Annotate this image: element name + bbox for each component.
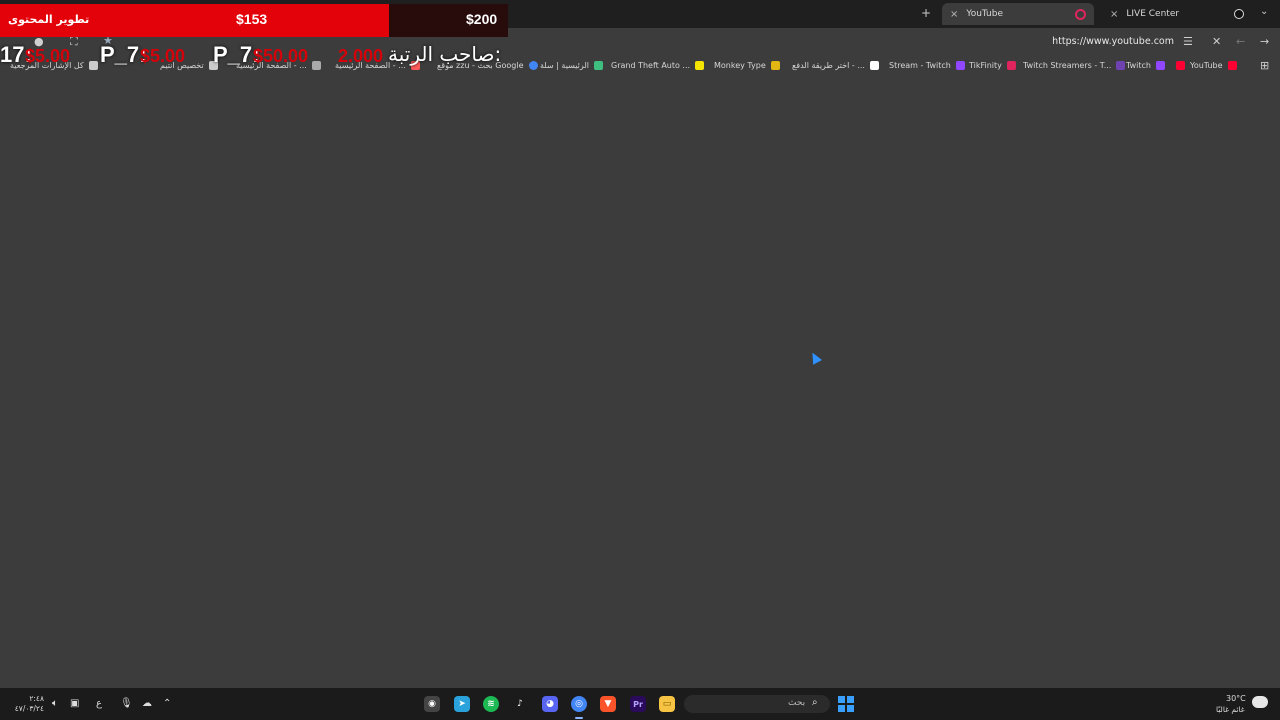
bookmark-label: اختر طريقة الدفع - ... — [792, 61, 865, 70]
bookmark-label: Stream - Twitch — [889, 61, 951, 70]
brave-icon[interactable]: ▼ — [600, 696, 616, 712]
loading-spinner-icon — [1075, 8, 1086, 20]
stop-loading-icon[interactable]: ✕ — [1212, 35, 1221, 48]
bookmark-twitch-streamers[interactable]: Twitch Streamers - T... — [1023, 61, 1126, 70]
onedrive-icon[interactable]: ☁ — [142, 698, 152, 709]
telegram-icon[interactable]: ➤ — [454, 696, 470, 712]
search-placeholder: بحث — [788, 698, 806, 708]
start-button[interactable] — [838, 696, 854, 712]
bookmark-stream-twitch[interactable]: Stream - Twitch — [889, 61, 965, 70]
apps-grid-icon[interactable]: ⊞ — [1260, 59, 1269, 72]
twitch-icon — [1155, 61, 1165, 70]
forward-arrow-icon[interactable]: ← — [1236, 35, 1245, 48]
twitch-icon — [1116, 61, 1126, 70]
microphone-icon[interactable]: 🎙︎ — [120, 698, 133, 709]
donation-ticker: 17: $5.00 P_7: $5.00 P_7: $50.00 2.000 ص… — [0, 40, 510, 74]
tab-live-center[interactable]: × LIVE Center — [1102, 3, 1252, 25]
mouse-cursor-icon — [808, 350, 822, 365]
tab-youtube[interactable]: × YouTube — [942, 3, 1094, 25]
twitch-icon — [955, 61, 965, 70]
chrome-icon[interactable]: ◎ — [571, 696, 587, 712]
windows-logo-pane — [847, 705, 854, 712]
salla-icon — [593, 61, 603, 70]
spotify-icon[interactable]: ≋ — [483, 696, 499, 712]
ticker-item: $5.00 — [25, 46, 71, 66]
language-indicator[interactable]: ع — [96, 698, 102, 709]
windows-logo-pane — [838, 696, 845, 703]
network-icon[interactable]: ▣ — [70, 698, 79, 709]
tikfinity-icon — [1006, 61, 1016, 70]
bookmark-twitch[interactable]: Twitch — [1126, 61, 1165, 70]
goal-current-amount: $153 — [236, 11, 268, 27]
bookmark-salla[interactable]: الرئيسية | سلة — [540, 61, 603, 70]
weather-description[interactable]: غائم غالبًا — [1216, 705, 1245, 714]
monkeytype-icon — [770, 61, 780, 70]
active-app-indicator — [575, 717, 583, 719]
search-icon: ⌕ — [812, 697, 818, 708]
volume-icon[interactable]: 🔈︎ — [52, 698, 58, 709]
bookmark-label: TikFinity — [969, 61, 1002, 70]
bookmark-label: Twitch — [1126, 61, 1151, 70]
tab-label: YouTube — [966, 9, 1003, 19]
address-bar[interactable]: https://www.youtube.com — [1052, 36, 1174, 47]
bookmark-label: Twitch Streamers - T... — [1023, 61, 1112, 70]
bookmark-monkeytype[interactable]: Monkey Type — [714, 61, 780, 70]
close-tab-icon[interactable]: × — [1110, 9, 1118, 20]
bookmark-payment[interactable]: اختر طريقة الدفع - ... — [792, 61, 879, 70]
youtube-icon — [1227, 61, 1237, 70]
weather-temperature[interactable]: 30°C — [1226, 694, 1246, 703]
new-tab-button[interactable]: + — [921, 6, 931, 20]
bookmark-youtube[interactable]: YouTube — [1176, 61, 1237, 70]
windows-logo-pane — [838, 705, 845, 712]
goal-target-amount: $200 — [466, 11, 498, 27]
clock-date: ٤٧/٠٣/٢٤ — [14, 704, 44, 713]
bookmark-gta[interactable]: Grand Theft Auto ... — [611, 61, 705, 70]
tab-search-icon[interactable]: ⌄ — [1260, 6, 1268, 17]
tiktok-icon[interactable]: ♪ — [512, 696, 528, 712]
windows-logo-pane — [847, 696, 854, 703]
bookmark-label: Grand Theft Auto ... — [611, 61, 691, 70]
bookmark-label: Monkey Type — [714, 61, 766, 70]
close-tab-icon[interactable]: × — [950, 9, 958, 20]
obs-icon[interactable]: ◉ — [424, 696, 440, 712]
youtube-icon — [1176, 61, 1185, 70]
ticker-item: $5.00 — [140, 46, 186, 66]
back-arrow-icon[interactable]: → — [1260, 35, 1269, 48]
cloud-icon — [1252, 696, 1268, 708]
goal-label: تطوير المحتوى — [8, 13, 90, 26]
ticker-item: $50.00 — [253, 46, 309, 66]
ticker-item: 2.000 — [338, 46, 384, 66]
gta-icon — [695, 61, 705, 70]
chevron-up-icon[interactable]: ⌃ — [163, 698, 171, 709]
donation-goal-bar: تطوير المحتوى $153 $200 — [0, 4, 508, 37]
taskbar-search-input[interactable] — [684, 695, 830, 713]
ticker-title: صاحب الرتبة: — [388, 42, 502, 66]
google-icon — [528, 61, 538, 70]
tab-label: LIVE Center — [1126, 9, 1180, 19]
discord-icon[interactable]: ◕ — [542, 696, 558, 712]
bookmark-tikfinity[interactable]: TikFinity — [969, 61, 1016, 70]
clock-time: ٢:٤٨ — [29, 694, 44, 703]
file-explorer-icon[interactable]: ▭ — [659, 696, 675, 712]
bookmark-label: الرئيسية | سلة — [540, 61, 589, 70]
premiere-icon[interactable]: Pr — [630, 696, 646, 712]
taskbar: ٢:٤٨ ٤٧/٠٣/٢٤ 🔈︎ ▣ ع 🎙︎ ☁ ⌃ ◉ ➤ ≋ ♪ ◕ ◎ … — [0, 688, 1280, 720]
system-clock[interactable]: ٢:٤٨ ٤٧/٠٣/٢٤ — [8, 694, 44, 714]
tiktok-icon — [1234, 9, 1244, 19]
site-settings-icon[interactable]: ☰ — [1183, 35, 1193, 48]
bookmark-label: YouTube — [1190, 61, 1223, 70]
amazon-icon — [869, 61, 879, 70]
